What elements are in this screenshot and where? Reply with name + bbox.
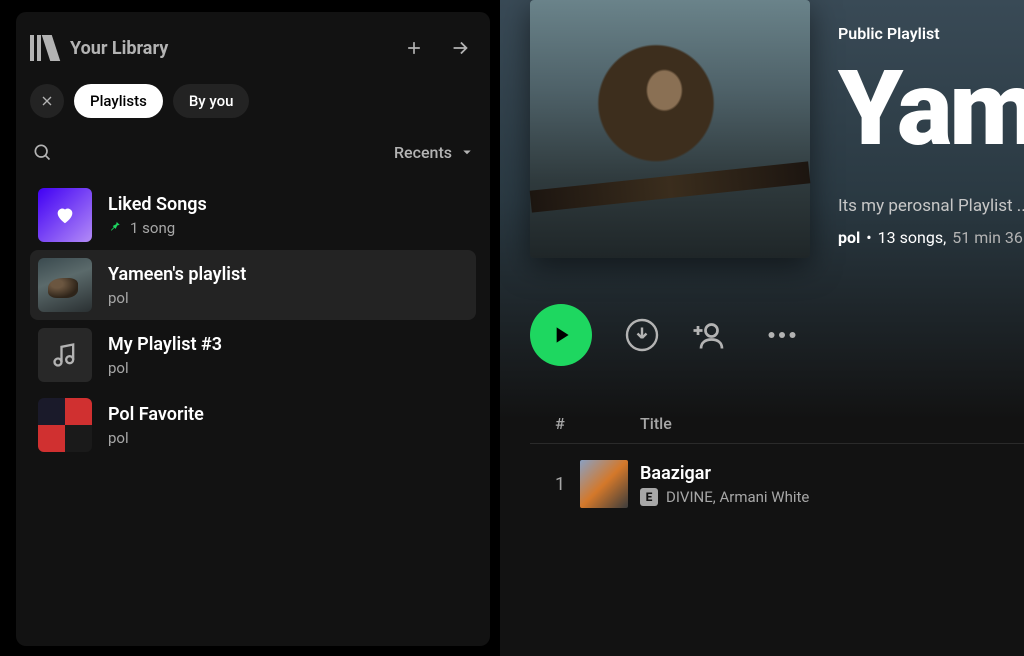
playlist-hero-meta: Public Playlist Yam Its my perosnal Play… [838, 0, 1024, 258]
library-item-name: Pol Favorite [108, 404, 204, 425]
library-item-liked-songs[interactable]: Liked Songs 1 song [30, 180, 476, 250]
pin-icon [108, 219, 122, 237]
play-icon [548, 322, 574, 348]
explicit-badge: E [640, 488, 658, 506]
filter-chips: Playlists By you [30, 84, 476, 118]
caret-down-icon [458, 143, 476, 161]
playlist-actions [530, 304, 1024, 366]
chip-by-you[interactable]: By you [173, 84, 250, 118]
show-more-button[interactable] [444, 32, 476, 64]
playlist-info: pol • 13 songs, 51 min 36 [838, 228, 1024, 247]
library-item-meta: Pol Favorite pol [108, 404, 204, 447]
library-title[interactable]: Your Library [70, 38, 384, 59]
library-item-name: My Playlist #3 [108, 334, 222, 355]
library-controls: Recents [30, 140, 476, 164]
track-artists[interactable]: DIVINE, Armani White [666, 488, 809, 506]
library-item-pol-favorite[interactable]: Pol Favorite pol [30, 390, 476, 460]
library-search-button[interactable] [30, 140, 54, 164]
plus-icon [404, 38, 424, 58]
more-options-button[interactable] [764, 317, 800, 353]
playlist-cover [38, 258, 92, 312]
playlist-duration: 51 min 36 [952, 228, 1023, 247]
music-note-icon [51, 341, 79, 369]
playlist-hero: Public Playlist Yam Its my perosnal Play… [530, 0, 1024, 258]
library-item-meta: Liked Songs 1 song [108, 194, 207, 237]
library-item-sub: 1 song [108, 219, 207, 237]
library-item-name: Yameen's playlist [108, 264, 246, 285]
library-panel: Your Library Playlists By you Recents [16, 12, 490, 646]
playlist-cover [38, 398, 92, 452]
library-item-meta: My Playlist #3 pol [108, 334, 222, 377]
library-item-sub: pol [108, 289, 246, 307]
playlist-cover [38, 328, 92, 382]
library-header: Your Library [30, 32, 476, 64]
track-meta: Baazigar E DIVINE, Armani White [640, 463, 984, 506]
library-item-my-playlist-3[interactable]: My Playlist #3 pol [30, 320, 476, 390]
playlist-visibility-badge: Public Playlist [838, 24, 1024, 43]
close-icon [39, 93, 55, 109]
arrow-right-icon [449, 37, 471, 59]
playlist-owner[interactable]: pol [838, 228, 860, 247]
sort-label: Recents [394, 143, 452, 162]
column-title: Title [640, 414, 984, 433]
track-list-header: # Title [530, 414, 1024, 444]
track-index: 1 [540, 474, 580, 495]
playlist-title[interactable]: Yam [838, 49, 1024, 170]
column-number: # [540, 414, 580, 433]
clear-filters-button[interactable] [30, 84, 64, 118]
track-row[interactable]: 1 Baazigar E DIVINE, Armani White [530, 460, 1024, 508]
heart-icon [54, 204, 76, 226]
invite-collaborators-button[interactable] [692, 317, 728, 353]
library-sort-button[interactable]: Recents [394, 143, 476, 162]
create-playlist-button[interactable] [398, 32, 430, 64]
track-title[interactable]: Baazigar [640, 463, 984, 484]
search-icon [32, 142, 52, 162]
library-item-name: Liked Songs [108, 194, 207, 215]
playlist-description[interactable]: Its my perosnal Playlist ... [838, 196, 1024, 216]
chip-playlists[interactable]: Playlists [74, 84, 163, 118]
track-artwork [580, 460, 628, 508]
download-button[interactable] [624, 317, 660, 353]
ellipsis-icon [764, 317, 800, 353]
library-icon[interactable] [30, 35, 56, 61]
download-icon [624, 317, 660, 353]
library-list: Liked Songs 1 song Yameen's playlist pol [30, 180, 476, 460]
library-item-sub: pol [108, 359, 222, 377]
library-item-sub: pol [108, 429, 204, 447]
library-item-meta: Yameen's playlist pol [108, 264, 246, 307]
add-user-icon [692, 317, 728, 353]
library-item-yameens-playlist[interactable]: Yameen's playlist pol [30, 250, 476, 320]
liked-songs-cover [38, 188, 92, 242]
sidebar: Your Library Playlists By you Recents [0, 0, 500, 656]
play-button[interactable] [530, 304, 592, 366]
playlist-hero-cover[interactable] [530, 0, 810, 258]
main-view: Public Playlist Yam Its my perosnal Play… [500, 0, 1024, 656]
playlist-song-count: 13 songs, [878, 228, 947, 247]
